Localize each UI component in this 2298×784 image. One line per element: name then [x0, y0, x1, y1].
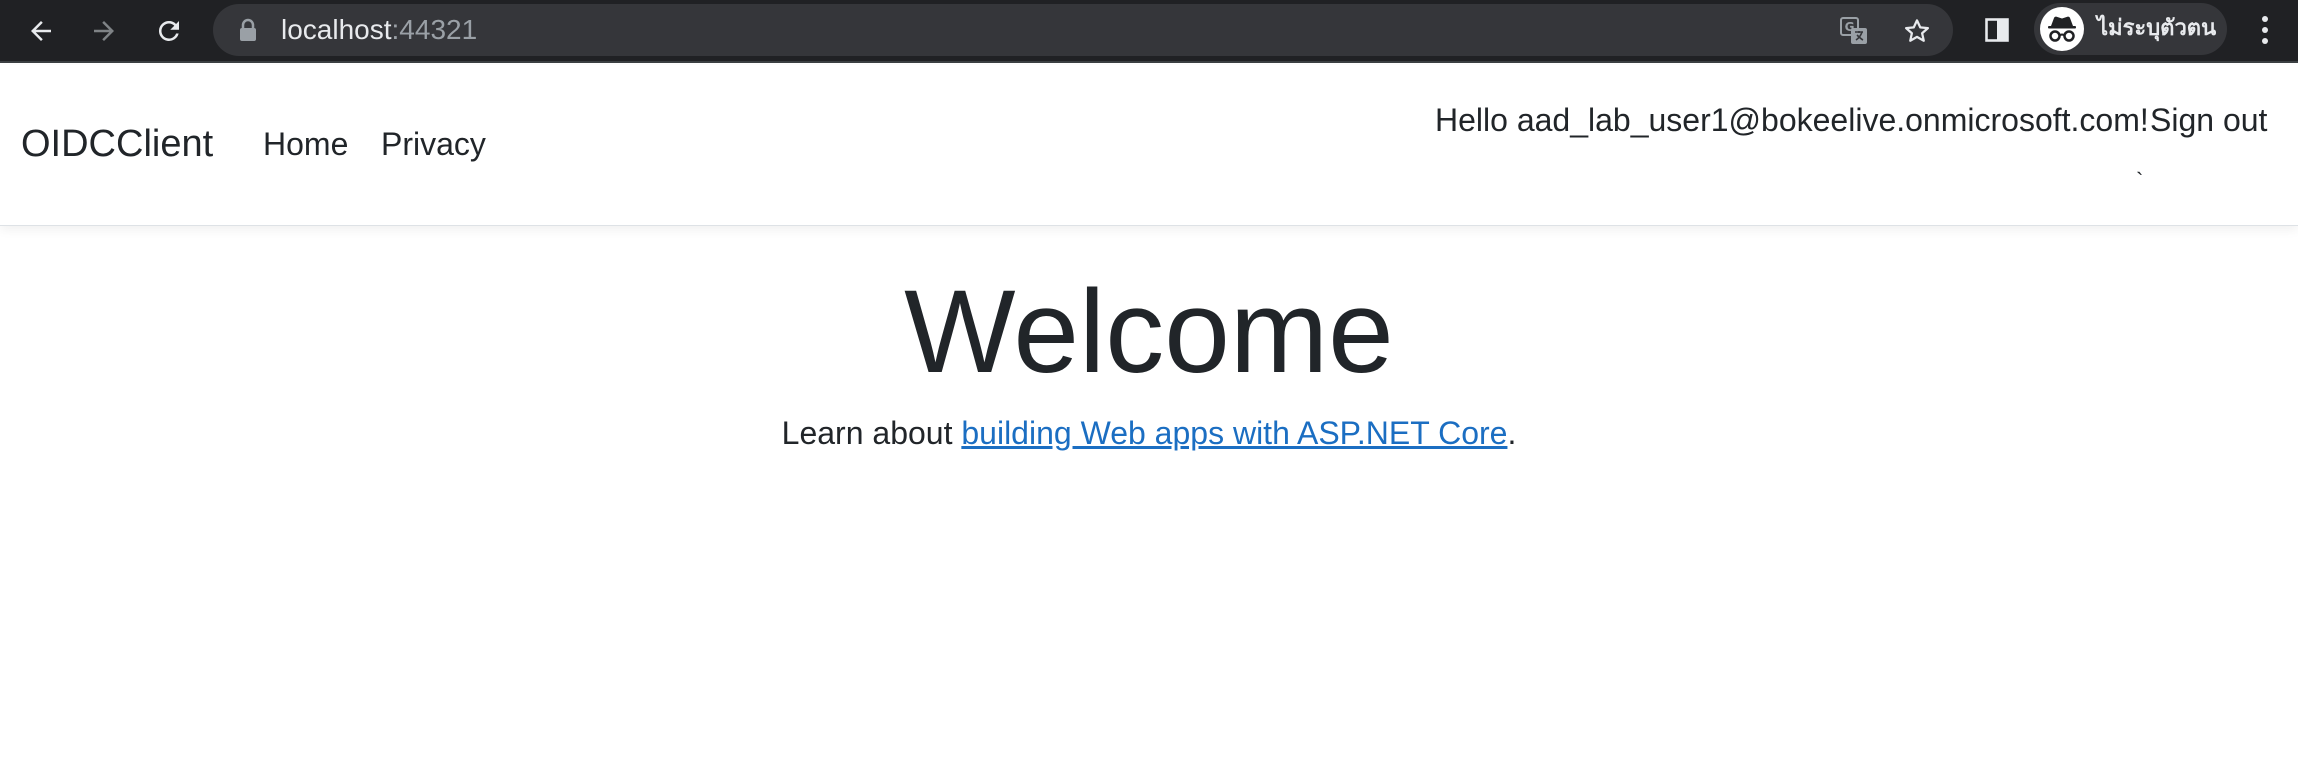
learn-prefix: Learn about — [781, 415, 962, 451]
url-host: localhost — [281, 14, 392, 45]
arrow-right-icon — [94, 21, 114, 41]
back-button[interactable] — [18, 8, 64, 54]
translate-button[interactable]: G — [1838, 15, 1870, 47]
profile-button[interactable]: ไม่ระบุตัวตน — [2034, 3, 2227, 55]
kebab-menu-icon[interactable] — [2247, 10, 2283, 50]
side-panel-icon — [1985, 18, 2009, 42]
stray-character: ` — [2136, 168, 2144, 193]
url-port: :44321 — [391, 14, 478, 45]
browser-toolbar: localhost:44321 G ไม่ระบุตัวตน — [0, 0, 2298, 63]
nav-privacy-link[interactable]: Privacy — [381, 124, 486, 164]
user-greeting: Hello aad_lab_user1@bokeelive.onmicrosof… — [1435, 102, 2149, 138]
address-bar[interactable]: localhost:44321 G — [213, 4, 1953, 56]
nav-home-link[interactable]: Home — [263, 124, 348, 164]
lock-icon — [240, 18, 256, 41]
star-icon — [1905, 19, 1929, 42]
url-text[interactable]: localhost:44321 — [281, 12, 477, 48]
site-navbar: OIDCClient Home Privacy Hello aad_lab_us… — [0, 65, 2298, 226]
translate-icon: G — [1840, 17, 1867, 44]
bookmark-button[interactable] — [1901, 15, 1933, 47]
incognito-icon — [2040, 7, 2084, 51]
page-title: Welcome — [904, 266, 1394, 398]
side-panel-button[interactable] — [1979, 12, 2015, 48]
learn-suffix: . — [1507, 415, 1517, 451]
aspnet-docs-link[interactable]: building Web apps with ASP.NET Core — [961, 415, 1507, 451]
learn-paragraph: Learn about building Web apps with ASP.N… — [0, 412, 2298, 454]
brand-link[interactable]: OIDCClient — [21, 122, 213, 166]
forward-button[interactable] — [81, 8, 127, 54]
sign-out-link[interactable]: Sign out — [2150, 100, 2267, 140]
reload-button[interactable] — [146, 8, 192, 54]
arrow-left-icon — [31, 21, 51, 41]
reload-icon — [158, 20, 179, 41]
profile-label: ไม่ระบุตัวตน — [2097, 15, 2217, 40]
